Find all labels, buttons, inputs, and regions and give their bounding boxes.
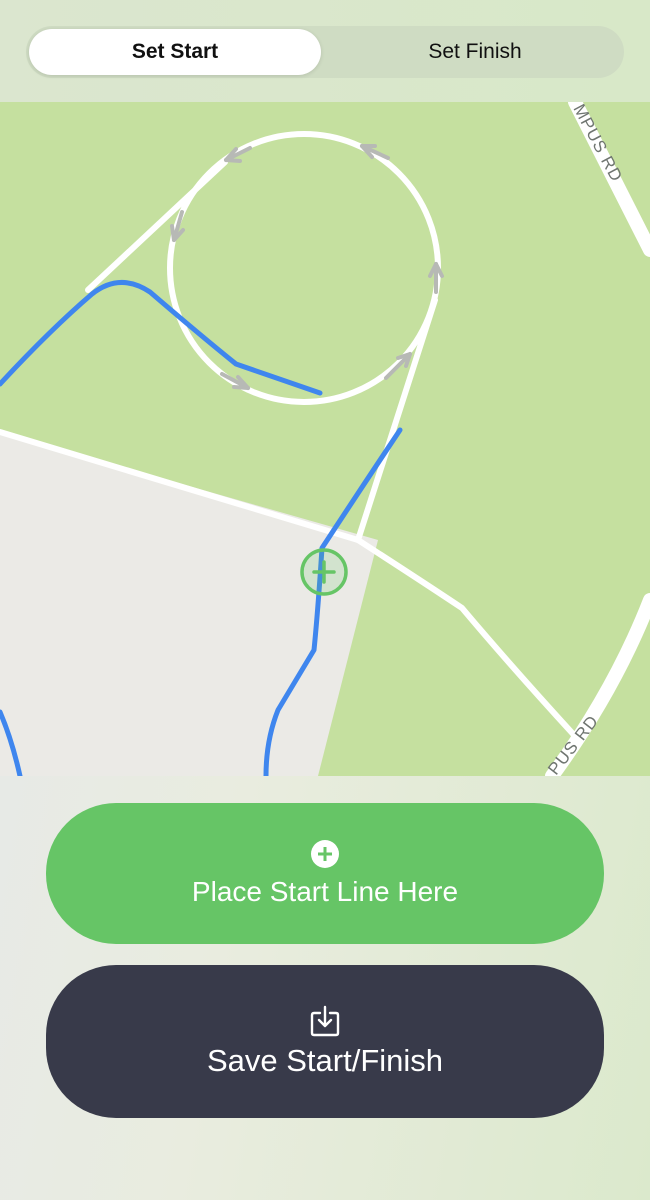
road-label-top: MPUS RD (569, 102, 626, 185)
start-marker[interactable] (300, 548, 348, 596)
save-start-finish-button[interactable]: Save Start/Finish (46, 965, 604, 1118)
map-canvas: MPUS RD PUS RD (0, 102, 650, 776)
save-start-finish-label: Save Start/Finish (206, 1042, 444, 1078)
place-start-line-button[interactable]: Place Start Line Here (46, 803, 604, 944)
path-north-connector (355, 297, 438, 543)
map-view[interactable]: MPUS RD PUS RD (0, 102, 650, 776)
path-southeast (355, 537, 577, 738)
path-northwest (85, 159, 228, 293)
set-start-segment[interactable]: Set Start (29, 29, 321, 75)
gray-area (0, 432, 378, 776)
place-start-line-label: Place Start Line Here (191, 875, 459, 907)
arrow-icon (384, 352, 412, 380)
campus-road (545, 102, 650, 776)
mode-segmented-control: Set Start Set Finish (26, 26, 624, 78)
download-tray-icon (310, 1005, 340, 1036)
top-bar: Set Start Set Finish (0, 0, 650, 102)
road-label-bottom: PUS RD (544, 711, 602, 776)
set-finish-segment[interactable]: Set Finish (329, 29, 621, 75)
arrow-icon (220, 372, 250, 390)
direction-arrows (170, 144, 444, 390)
action-panel: Place Start Line Here Save Start/Finish (0, 776, 650, 1200)
plus-circle-icon (311, 839, 339, 868)
